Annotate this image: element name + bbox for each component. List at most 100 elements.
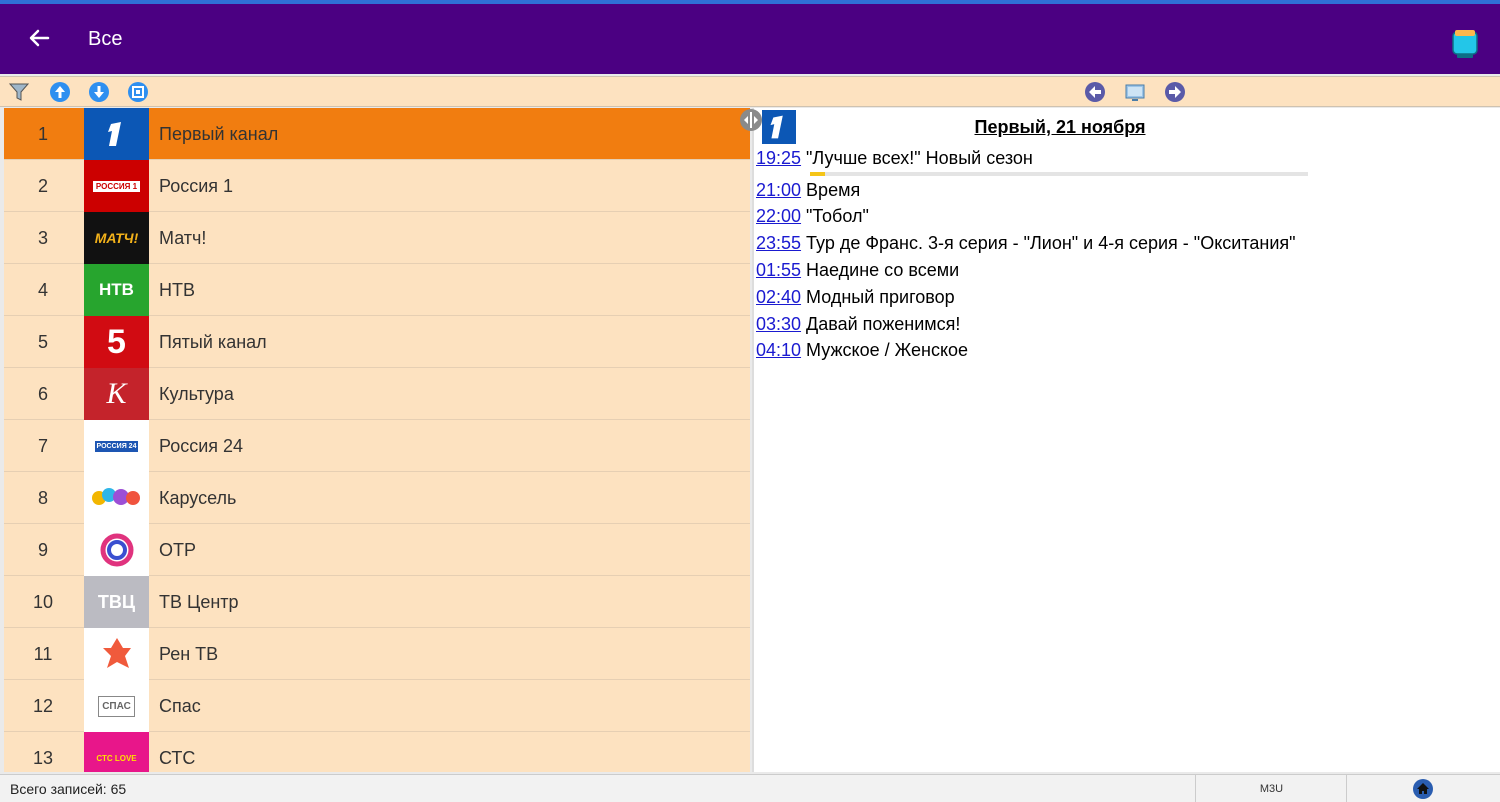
channel-row[interactable]: 5 5 Пятый канал xyxy=(4,316,750,368)
channel-row[interactable]: 11 Рен ТВ xyxy=(4,628,750,680)
page-title: Все xyxy=(88,28,123,50)
channel-number: 1 xyxy=(37,124,48,144)
logo-text: РОССИЯ 24 xyxy=(94,440,139,452)
back-arrow-icon[interactable] xyxy=(22,23,56,53)
channel-number: 2 xyxy=(37,176,48,196)
epg-title: Мужское / Женское xyxy=(806,340,969,360)
channel-row[interactable]: 9 ОТР xyxy=(4,524,750,576)
channel-row[interactable]: 10 ТВЦ ТВ Центр xyxy=(4,576,750,628)
epg-title: Модный приговор xyxy=(806,287,955,307)
channel-name: Россия 1 xyxy=(159,176,234,196)
epg-item: 19:25 "Лучше всех!" Новый сезон xyxy=(756,148,1033,172)
epg-time-link[interactable]: 04:10 xyxy=(756,340,801,360)
logo-text: К xyxy=(106,377,127,410)
channel-row[interactable]: 3 МАТЧ! Матч! xyxy=(4,212,750,264)
next-day-icon[interactable] xyxy=(1164,81,1186,103)
channel-row[interactable]: 8 Карусель xyxy=(4,472,750,524)
prev-day-icon[interactable] xyxy=(1084,81,1106,103)
channel-row[interactable]: 1 Первый канал xyxy=(4,108,750,160)
channel-logo-ntv: НТВ xyxy=(84,264,149,316)
move-down-icon[interactable] xyxy=(88,81,110,103)
program-progress-bar xyxy=(810,172,1308,176)
program-progress-fill xyxy=(810,172,825,176)
channel-name: ОТР xyxy=(159,540,197,560)
channel-row[interactable]: 6 К Культура xyxy=(4,368,750,420)
channel-row[interactable]: 4 НТВ НТВ xyxy=(4,264,750,316)
channel-number: 9 xyxy=(37,540,48,560)
channel-logo-pyatiy: 5 xyxy=(84,316,149,368)
channel-row[interactable]: 13 СТС LOVE СТС xyxy=(4,732,750,772)
epg-title: Наедине со всеми xyxy=(806,260,960,280)
channel-list: 1 Первый канал 2 РОССИЯ 1 Россия 1 3 МАТ… xyxy=(4,108,750,772)
channel-logo-otr xyxy=(84,524,149,576)
epg-time-link[interactable]: 01:55 xyxy=(756,260,801,280)
channel-logo-perviy xyxy=(84,108,149,160)
channel-logo-rossiya1: РОССИЯ 1 xyxy=(84,160,149,212)
tv-guide-icon[interactable] xyxy=(1124,81,1146,103)
epg-title: "Лучше всех!" Новый сезон xyxy=(806,148,1033,168)
logo-text: СПАС xyxy=(98,695,135,717)
channel-number: 5 xyxy=(37,332,48,352)
channel-number: 8 xyxy=(37,488,48,508)
channel-name: Рен ТВ xyxy=(159,644,219,664)
channel-number: 3 xyxy=(37,228,48,248)
logo-text: РОССИЯ 1 xyxy=(92,180,141,192)
epg-item: 22:00 "Тобол" xyxy=(756,206,869,230)
epg-time-link[interactable]: 19:25 xyxy=(756,148,801,168)
move-up-icon[interactable] xyxy=(49,81,71,103)
epg-time-link[interactable]: 03:30 xyxy=(756,314,801,334)
channel-name: Спас xyxy=(159,696,201,716)
channel-number: 13 xyxy=(32,748,54,768)
epg-title: Время xyxy=(806,180,861,200)
home-icon xyxy=(1413,779,1433,799)
channel-name: Матч! xyxy=(159,228,207,248)
home-button[interactable] xyxy=(1348,775,1500,802)
channel-number: 10 xyxy=(32,592,54,612)
app-bar: Все xyxy=(0,4,1500,74)
channel-name: Пятый канал xyxy=(159,332,267,352)
channel-logo-sts: СТС LOVE xyxy=(84,732,149,772)
epg-title: Давай поженимся! xyxy=(806,314,961,334)
epg-item: 21:00 Время xyxy=(756,180,860,204)
channel-name: Россия 24 xyxy=(159,436,244,456)
channel-name: Карусель xyxy=(159,488,237,508)
epg-item: 01:55 Наедине со всеми xyxy=(756,260,959,284)
m3u-button[interactable]: M3U xyxy=(1197,775,1347,802)
sort-icon[interactable] xyxy=(127,81,149,103)
splitter-handle-icon[interactable] xyxy=(740,108,762,132)
channel-logo-spas: СПАС xyxy=(84,680,149,732)
channel-row[interactable]: 7 РОССИЯ 24 Россия 24 xyxy=(4,420,750,472)
channel-logo-kultura: К xyxy=(84,368,149,420)
epg-time-link[interactable]: 23:55 xyxy=(756,233,801,253)
channel-number: 11 xyxy=(33,644,53,664)
channel-row[interactable]: 12 СПАС Спас xyxy=(4,680,750,732)
channel-number: 4 xyxy=(37,280,48,300)
channel-number: 12 xyxy=(32,696,54,716)
channel-name: НТВ xyxy=(159,280,195,300)
channel-number: 7 xyxy=(37,436,48,456)
epg-time-link[interactable]: 22:00 xyxy=(756,206,801,226)
epg-title: "Тобол" xyxy=(806,206,869,226)
filter-icon[interactable] xyxy=(8,81,30,103)
epg-time-link[interactable]: 02:40 xyxy=(756,287,801,307)
logo-text: ТВЦ xyxy=(97,591,136,612)
tv-icon[interactable] xyxy=(1450,26,1480,62)
record-count: Всего записей: 65 xyxy=(0,775,1196,802)
epg-title: Тур де Франс. 3-я серия - "Лион" и 4-я с… xyxy=(806,233,1296,253)
epg-item: 02:40 Модный приговор xyxy=(756,287,955,311)
channel-logo-match: МАТЧ! xyxy=(84,212,149,264)
channel-name: Первый канал xyxy=(159,124,279,144)
channel-number: 6 xyxy=(37,384,48,404)
epg-header[interactable]: Первый, 21 ноября xyxy=(754,117,1366,138)
epg-time-link[interactable]: 21:00 xyxy=(756,180,801,200)
channel-name: СТС xyxy=(159,748,196,768)
logo-text: МАТЧ! xyxy=(94,230,139,246)
epg-panel: Первый, 21 ноября 19:25 "Лучше всех!" Нов… xyxy=(752,108,1500,772)
channel-row[interactable]: 2 РОССИЯ 1 Россия 1 xyxy=(4,160,750,212)
epg-item: 03:30 Давай поженимся! xyxy=(756,314,960,338)
channel-name: Культура xyxy=(159,384,234,404)
epg-item: 23:55 Тур де Франс. 3-я серия - "Лион" и … xyxy=(756,233,1296,257)
channel-logo-rossiya24: РОССИЯ 24 xyxy=(84,420,149,472)
status-bar: Всего записей: 65 M3U xyxy=(0,774,1500,802)
logo-text: 5 xyxy=(107,322,126,361)
